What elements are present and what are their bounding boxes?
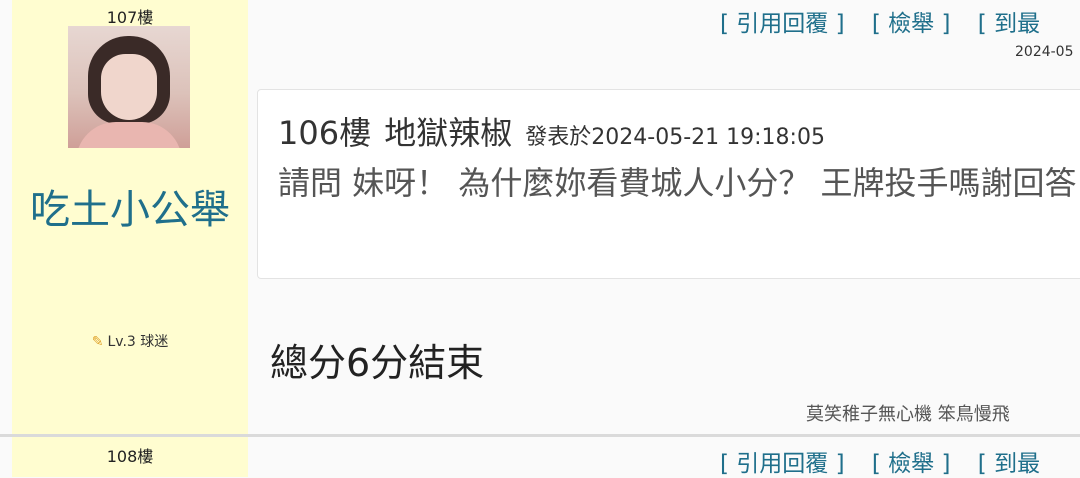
author-sidebar: 107樓 吃土小公舉 ✎ Lv.3 球迷 xyxy=(12,0,248,434)
floor-number: 107樓 xyxy=(106,8,154,27)
quote-author: 地獄辣椒 xyxy=(384,114,513,152)
go-to-last-link[interactable]: [ 到最 xyxy=(978,451,1040,477)
quote-header: 106樓 地獄辣椒 發表於2024-05-21 19:18:05 xyxy=(278,108,825,154)
user-level: ✎ Lv.3 球迷 xyxy=(12,331,248,351)
avatar-shirt xyxy=(76,122,182,148)
avatar[interactable] xyxy=(68,26,190,148)
quote-posted-time: 發表於2024-05-21 19:18:05 xyxy=(525,125,825,150)
report-link[interactable]: [ 檢舉 ] xyxy=(872,451,951,477)
quote-text: 請問 妹呀！ 為什麼妳看費城人小分？ 王牌投手嗎謝回答 xyxy=(278,164,1077,202)
floor-number: 108樓 xyxy=(106,447,154,466)
username-link[interactable]: 吃土小公舉 xyxy=(12,182,248,238)
post-actions: [ 引用回覆 ] [ 檢舉 ] [ 到最 xyxy=(720,444,1060,478)
report-link[interactable]: [ 檢舉 ] xyxy=(872,11,951,37)
post-actions: [ 引用回覆 ] [ 檢舉 ] [ 到最 xyxy=(720,4,1060,38)
quote-block: 106樓 地獄辣椒 發表於2024-05-21 19:18:05 請問 妹呀！ … xyxy=(257,89,1080,279)
user-level-label: Lv.3 球迷 xyxy=(107,334,169,350)
reply-text: 總分6分結束 xyxy=(270,341,485,385)
author-sidebar: 108樓 xyxy=(12,437,248,477)
signature: 莫笑稚子無心機 笨鳥慢飛 xyxy=(806,404,1010,425)
quote-floor: 106樓 xyxy=(278,114,372,152)
quote-reply-link[interactable]: [ 引用回覆 ] xyxy=(720,11,845,37)
post-timestamp: 2024-05 xyxy=(1015,44,1074,60)
post-107: 107樓 吃土小公舉 ✎ Lv.3 球迷 [ 引用回覆 ] [ 檢舉 ] [ 到最… xyxy=(0,0,1080,434)
pencil-icon: ✎ xyxy=(91,334,104,350)
post-108: 108樓 [ 引用回覆 ] [ 檢舉 ] [ 到最 xyxy=(0,437,1080,477)
avatar-face xyxy=(101,54,157,120)
quote-reply-link[interactable]: [ 引用回覆 ] xyxy=(720,451,845,477)
go-to-last-link[interactable]: [ 到最 xyxy=(978,11,1040,37)
